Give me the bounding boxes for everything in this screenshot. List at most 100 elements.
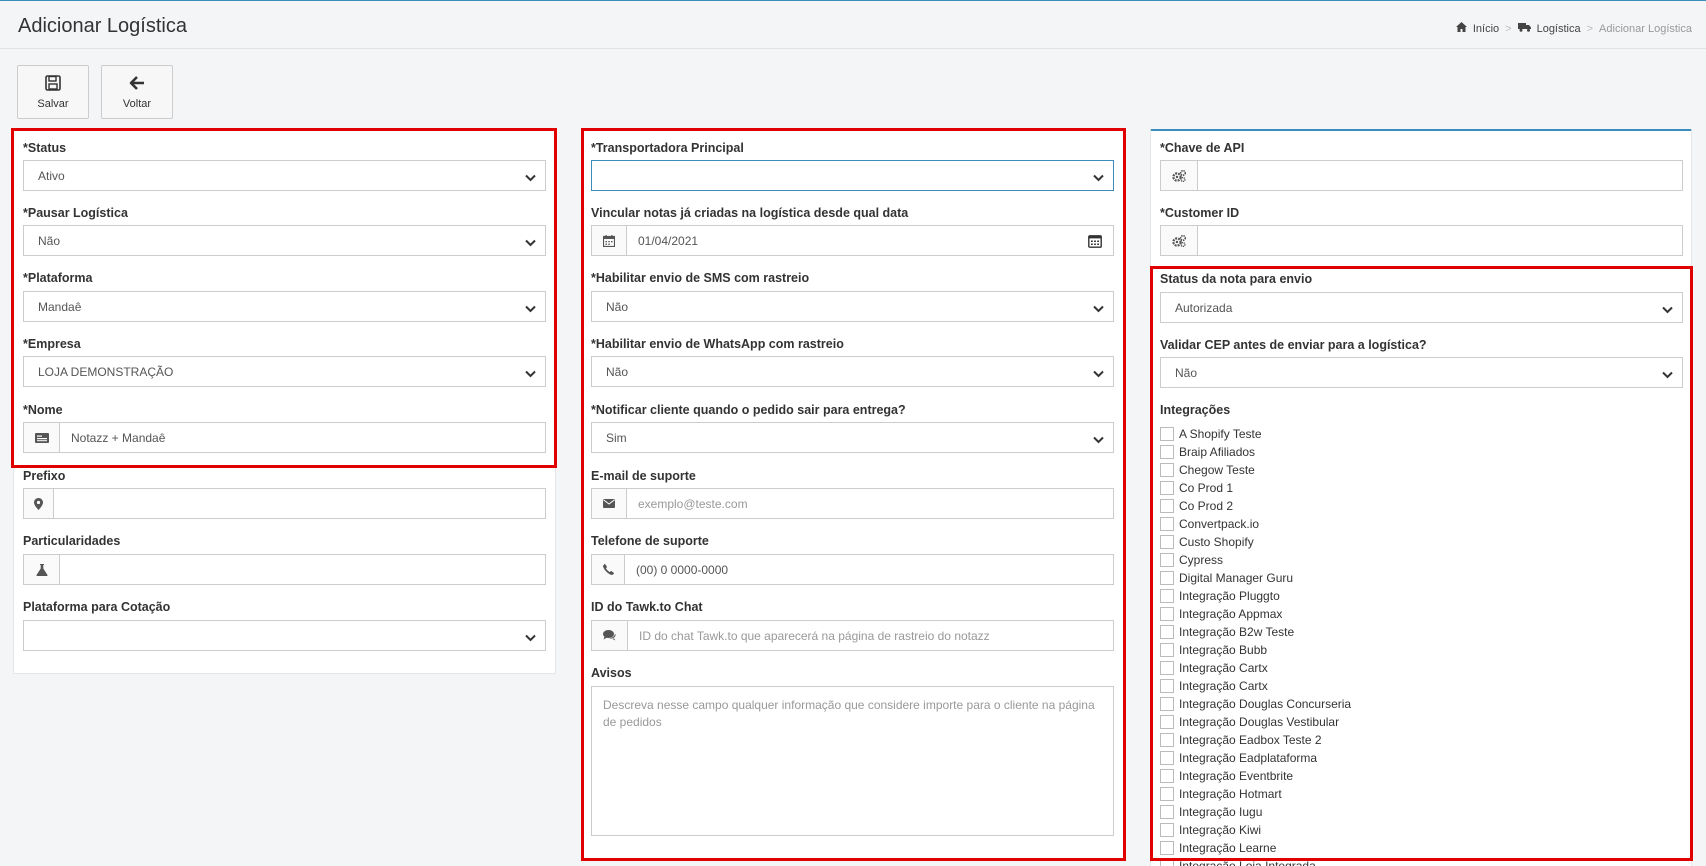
- chevron-down-icon: [1662, 303, 1673, 317]
- integracao-item[interactable]: Integração Cartx: [1160, 659, 1540, 677]
- integracao-label: Custo Shopify: [1179, 535, 1254, 549]
- customer-id-input[interactable]: [1160, 225, 1683, 256]
- integracao-item[interactable]: Integração Iugu: [1160, 803, 1540, 821]
- integracao-item[interactable]: Digital Manager Guru: [1160, 569, 1540, 587]
- integracao-item[interactable]: Integração Loja Integrada: [1160, 857, 1540, 866]
- validar-cep-value: Não: [1175, 365, 1198, 380]
- integracao-item[interactable]: Integração Appmax: [1160, 605, 1540, 623]
- chave-api-input[interactable]: [1160, 160, 1683, 191]
- status-select[interactable]: Ativo: [23, 160, 546, 191]
- integracao-checkbox[interactable]: [1160, 589, 1174, 603]
- plataforma-select[interactable]: Mandaê: [23, 291, 546, 322]
- integracao-item[interactable]: Co Prod 2: [1160, 497, 1540, 515]
- integracao-item[interactable]: Integração Hotmart: [1160, 785, 1540, 803]
- tawk-chat-input[interactable]: ID do chat Tawk.to que aparecerá na pági…: [591, 620, 1114, 651]
- integracao-checkbox[interactable]: [1160, 499, 1174, 513]
- integracao-label: A Shopify Teste: [1179, 427, 1262, 441]
- comments-icon: [592, 621, 628, 650]
- validar-cep-select[interactable]: Não: [1160, 357, 1683, 388]
- integracao-item[interactable]: Integração Douglas Concurseria: [1160, 695, 1540, 713]
- integracao-checkbox[interactable]: [1160, 607, 1174, 621]
- integracao-checkbox[interactable]: [1160, 463, 1174, 477]
- integracao-item[interactable]: Braip Afiliados: [1160, 443, 1540, 461]
- avisos-textarea[interactable]: Descreva nesse campo qualquer informação…: [591, 686, 1114, 836]
- email-suporte-placeholder: exemplo@teste.com: [638, 496, 748, 511]
- sms-value: Não: [606, 299, 629, 314]
- integracao-checkbox[interactable]: [1160, 823, 1174, 837]
- integracao-checkbox[interactable]: [1160, 715, 1174, 729]
- telefone-suporte-input[interactable]: (00) 0 0000-0000: [591, 554, 1114, 585]
- plataforma-cotacao-select[interactable]: [23, 620, 546, 651]
- integracao-checkbox[interactable]: [1160, 517, 1174, 531]
- particularidades-input-value: [60, 555, 545, 584]
- integracao-checkbox[interactable]: [1160, 697, 1174, 711]
- integracao-item[interactable]: Integração Pluggto: [1160, 587, 1540, 605]
- integracao-checkbox[interactable]: [1160, 571, 1174, 585]
- integracao-item[interactable]: Convertpack.io: [1160, 515, 1540, 533]
- integracao-checkbox[interactable]: [1160, 643, 1174, 657]
- integracao-checkbox[interactable]: [1160, 805, 1174, 819]
- integracao-checkbox[interactable]: [1160, 787, 1174, 801]
- cogs-icon: [1161, 226, 1198, 255]
- transportadora-select[interactable]: [591, 160, 1114, 191]
- integracao-checkbox[interactable]: [1160, 679, 1174, 693]
- email-suporte-label: E-mail de suporte: [591, 469, 696, 483]
- integracao-checkbox[interactable]: [1160, 733, 1174, 747]
- transportadora-label: *Transportadora Principal: [591, 141, 744, 155]
- status-nota-select[interactable]: Autorizada: [1160, 292, 1683, 323]
- integracao-item[interactable]: Integração Douglas Vestibular: [1160, 713, 1540, 731]
- breadcrumb-logistica-link[interactable]: Logística: [1537, 23, 1581, 35]
- integracao-item[interactable]: Cypress: [1160, 551, 1540, 569]
- avisos-placeholder: Descreva nesse campo qualquer informação…: [603, 698, 1095, 729]
- integracao-label: Integração Bubb: [1179, 643, 1268, 657]
- integracao-checkbox[interactable]: [1160, 553, 1174, 567]
- integracao-checkbox[interactable]: [1160, 751, 1174, 765]
- integracao-item[interactable]: Chegow Teste: [1160, 461, 1540, 479]
- integracao-checkbox[interactable]: [1160, 427, 1174, 441]
- id-card-icon: [24, 423, 60, 452]
- integracao-label: Integração Douglas Concurseria: [1179, 697, 1352, 711]
- integracao-checkbox[interactable]: [1160, 841, 1174, 855]
- integracao-checkbox[interactable]: [1160, 661, 1174, 675]
- integracao-checkbox[interactable]: [1160, 625, 1174, 639]
- chevron-down-icon: [1093, 302, 1104, 316]
- calendar-picker-icon[interactable]: [1077, 226, 1113, 255]
- integracao-checkbox[interactable]: [1160, 445, 1174, 459]
- sms-select[interactable]: Não: [591, 291, 1114, 322]
- chevron-down-icon: [1662, 368, 1673, 382]
- integracao-label: Integração Hotmart: [1179, 787, 1282, 801]
- integracao-label: Integração Pluggto: [1179, 589, 1280, 603]
- integracao-item[interactable]: Integração B2w Teste: [1160, 623, 1540, 641]
- integracao-label: Braip Afiliados: [1179, 445, 1256, 459]
- integracao-item[interactable]: Integração Learne: [1160, 839, 1540, 857]
- integracao-item[interactable]: Integração Bubb: [1160, 641, 1540, 659]
- save-button[interactable]: Salvar: [17, 65, 89, 119]
- whatsapp-select[interactable]: Não: [591, 356, 1114, 387]
- integracao-item[interactable]: Integração Kiwi: [1160, 821, 1540, 839]
- integracao-item[interactable]: Integração Eadbox Teste 2: [1160, 731, 1540, 749]
- particularidades-input[interactable]: [23, 554, 546, 585]
- breadcrumb-home-link[interactable]: Início: [1473, 23, 1499, 35]
- integracao-item[interactable]: Integração Eadplataforma: [1160, 749, 1540, 767]
- integracao-checkbox[interactable]: [1160, 481, 1174, 495]
- integracao-item[interactable]: Integração Eventbrite: [1160, 767, 1540, 785]
- integracao-item[interactable]: A Shopify Teste: [1160, 425, 1540, 443]
- integracao-item[interactable]: Co Prod 1: [1160, 479, 1540, 497]
- envelope-icon: [592, 489, 627, 518]
- email-suporte-input[interactable]: exemplo@teste.com: [591, 488, 1114, 519]
- prefixo-input[interactable]: [23, 488, 546, 519]
- nome-input[interactable]: Notazz + Mandaê: [23, 422, 546, 453]
- integracao-label: Integração Eventbrite: [1179, 769, 1294, 783]
- notificar-select[interactable]: Sim: [591, 422, 1114, 453]
- integracao-checkbox[interactable]: [1160, 535, 1174, 549]
- integracao-checkbox[interactable]: [1160, 769, 1174, 783]
- empresa-select[interactable]: LOJA DEMONSTRAÇÃO: [23, 356, 546, 387]
- floppy-disk-icon: [45, 74, 61, 98]
- vincular-notas-date-input[interactable]: 01/04/2021: [591, 225, 1114, 256]
- back-button[interactable]: Voltar: [101, 65, 173, 119]
- pausar-logistica-select[interactable]: Não: [23, 225, 546, 256]
- chevron-down-icon: [525, 236, 536, 250]
- integracao-checkbox[interactable]: [1160, 859, 1174, 866]
- integracao-item[interactable]: Integração Cartx: [1160, 677, 1540, 695]
- integracao-item[interactable]: Custo Shopify: [1160, 533, 1540, 551]
